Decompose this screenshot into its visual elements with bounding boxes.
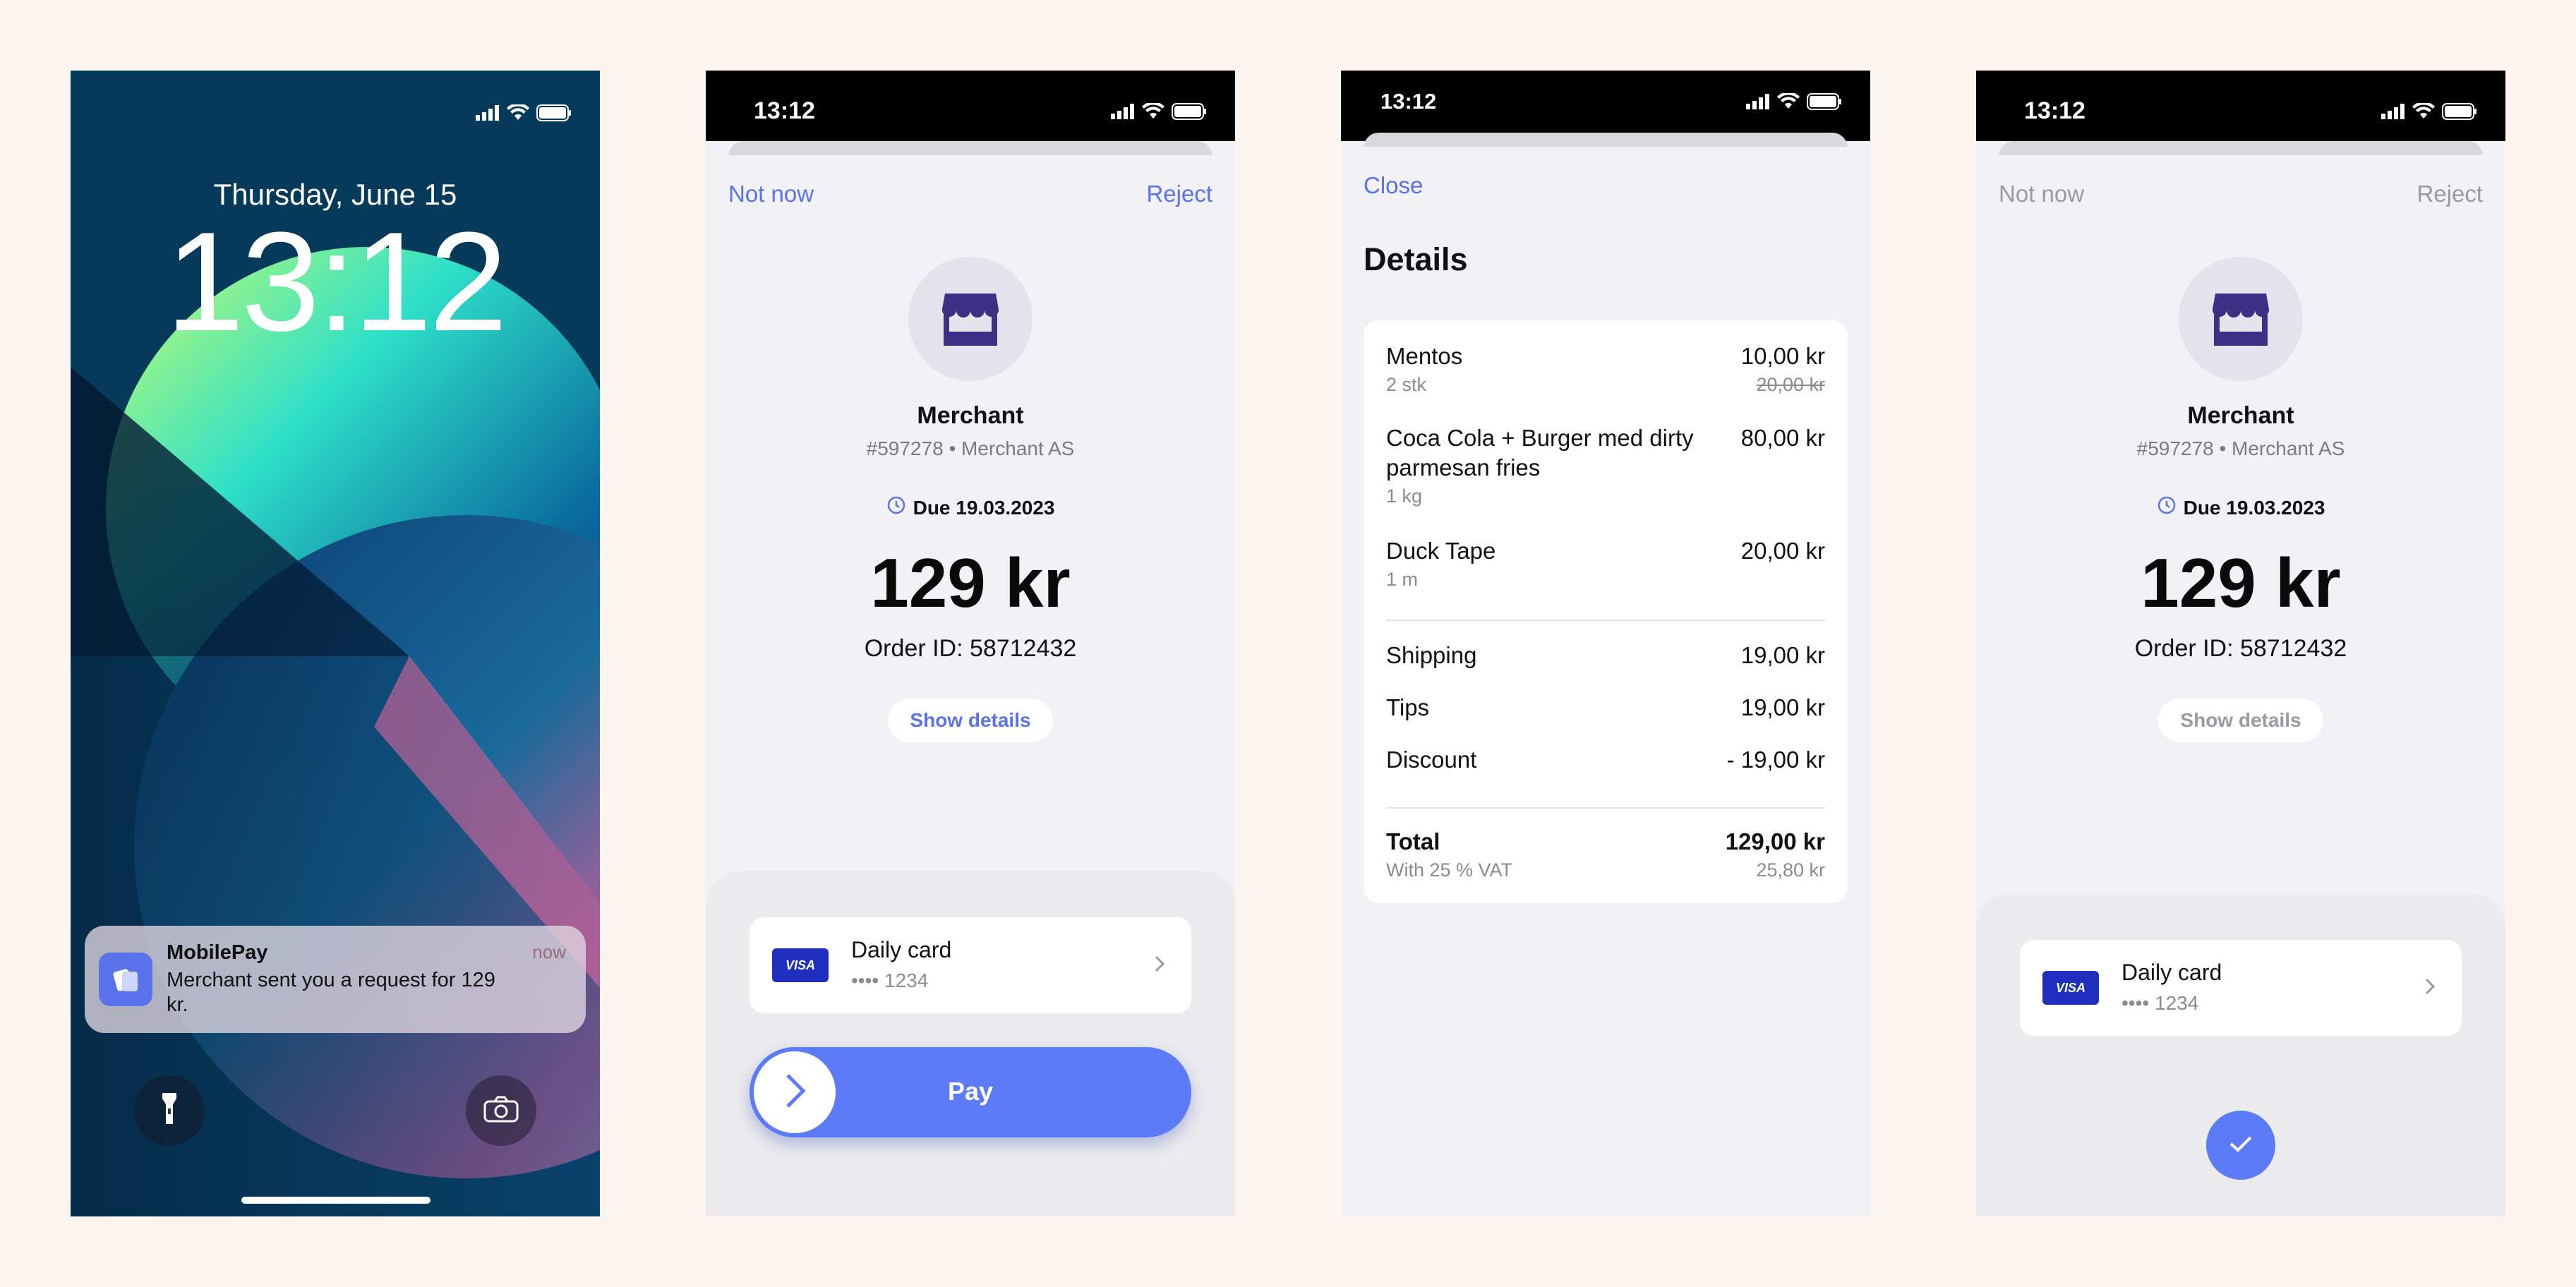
merchant-logo: [908, 257, 1033, 381]
amount: 129 kr: [870, 544, 1071, 622]
due-date: Due 19.03.2023: [1976, 495, 2505, 520]
item-quantity: 1 m: [1386, 569, 1419, 590]
payment-request-screen: 13:12 Not now Reject Merchant #597278 • …: [706, 71, 1235, 1216]
battery-icon: [2442, 103, 2477, 123]
order-id: Order ID: 58712432: [2134, 635, 2347, 662]
item-original-price: 20,00 kr: [1756, 374, 1825, 395]
fee-value: - 19,00 kr: [1726, 747, 1825, 773]
wifi-icon: [507, 103, 529, 125]
battery-icon: [1807, 93, 1842, 114]
vat-value: 25,80 kr: [1756, 859, 1825, 881]
divider: [1386, 620, 1825, 621]
store-icon: [2211, 289, 2270, 349]
status-bar: 13:12: [706, 71, 1235, 141]
signal-icon: [2381, 104, 2405, 123]
merchant-name: Merchant: [2187, 402, 2294, 429]
fee-value: 19,00 kr: [1740, 694, 1825, 720]
reject-button[interactable]: Reject: [1146, 181, 1212, 207]
payment-success-indicator: [2206, 1111, 2275, 1180]
status-bar: 13:12: [1976, 71, 2505, 141]
line-item: Coca Cola + Burger med dirty parmesan fr…: [1386, 423, 1825, 507]
close-button[interactable]: Close: [1364, 172, 1423, 199]
due-date-text: Due 19.03.2023: [913, 496, 1055, 519]
notification-app-name: MobilePay: [167, 941, 268, 964]
flashlight-button[interactable]: [134, 1075, 205, 1146]
wifi-icon: [1142, 102, 1164, 123]
lock-time: 13:12: [165, 203, 508, 361]
fee-value: 19,00 kr: [1740, 642, 1825, 668]
show-details-button[interactable]: Show details: [2158, 699, 2323, 742]
notification-time: now: [532, 941, 566, 962]
merchant-logo: [2179, 257, 2303, 381]
card-number: •••• 1234: [2121, 992, 2199, 1014]
flashlight-icon: [159, 1092, 180, 1130]
not-now-button[interactable]: Not now: [728, 181, 814, 207]
details-title: Details: [1364, 241, 1468, 277]
details-screen: 13:12 Close Details Mentos 2 stk 10,00 k…: [1341, 71, 1870, 1216]
fee-row: Tips 19,00 kr: [1386, 693, 1825, 723]
show-details-button[interactable]: Show details: [888, 699, 1053, 742]
wifi-icon: [1777, 92, 1800, 114]
merchant-id: #597278 • Merchant AS: [2136, 437, 2345, 459]
payment-card-selector[interactable]: VISA Daily card •••• 1234: [750, 917, 1191, 1013]
battery-icon: [1172, 103, 1207, 123]
visa-logo: VISA: [772, 948, 829, 982]
visa-logo: VISA: [2042, 971, 2099, 1005]
signal-icon: [476, 105, 500, 124]
line-item: Duck Tape 1 m 20,00 kr: [1386, 536, 1825, 591]
line-item: Mentos 2 stk 10,00 kr 20,00 kr: [1386, 342, 1825, 396]
chevron-right-icon: [1153, 950, 1167, 981]
amount: 129 kr: [2141, 544, 2341, 622]
item-quantity: 1 kg: [1386, 485, 1423, 507]
clock-icon: [886, 495, 906, 520]
due-date: Due 19.03.2023: [706, 495, 1235, 520]
details-card: Mentos 2 stk 10,00 kr 20,00 kr Coca Cola…: [1364, 320, 1848, 903]
fee-row: Discount - 19,00 kr: [1386, 745, 1825, 775]
wifi-icon: [2412, 102, 2435, 123]
not-now-button[interactable]: Not now: [1999, 181, 2084, 207]
status-icons: [476, 103, 572, 125]
status-time: 13:12: [2024, 97, 2086, 124]
status-time: 13:12: [1380, 89, 1437, 114]
card-name: Daily card: [2121, 960, 2222, 985]
divider: [1386, 807, 1825, 809]
card-name: Daily card: [851, 937, 952, 962]
merchant-id: #597278 • Merchant AS: [866, 437, 1075, 459]
fee-row: Shipping 19,00 kr: [1386, 641, 1825, 670]
camera-button[interactable]: [466, 1075, 536, 1146]
order-id: Order ID: 58712432: [864, 635, 1077, 662]
mobilepay-app-icon: [99, 953, 152, 1006]
status-bar: 13:12: [1341, 71, 1870, 141]
details-sheet: Close Details Mentos 2 stk 10,00 kr 20,0…: [1341, 147, 1870, 1216]
home-indicator[interactable]: [241, 1197, 431, 1204]
due-date-text: Due 19.03.2023: [2183, 496, 2325, 519]
pay-slider[interactable]: Pay: [750, 1047, 1191, 1137]
payment-card-selector[interactable]: VISA Daily card •••• 1234: [2020, 940, 2462, 1036]
chevron-right-icon: [2424, 972, 2438, 1004]
pay-label: Pay: [947, 1077, 994, 1106]
total-value: 129,00 kr: [1725, 828, 1825, 854]
item-price: 10,00 kr: [1740, 343, 1825, 369]
total-row: Total With 25 % VAT 129,00 kr 25,80 kr: [1386, 827, 1825, 881]
item-name: Coca Cola + Burger med dirty parmesan fr…: [1386, 425, 1694, 481]
item-price: 80,00 kr: [1740, 425, 1825, 451]
card-number: •••• 1234: [851, 969, 929, 991]
payment-confirmed-screen: 13:12 Not now Reject Merchant #597278 • …: [1976, 71, 2505, 1216]
merchant-name: Merchant: [917, 402, 1024, 429]
checkmark-icon: [2227, 1132, 2255, 1159]
battery-icon: [536, 104, 572, 125]
signal-icon: [1746, 94, 1770, 113]
notification-message: Merchant sent you a request for 129 kr.: [167, 969, 495, 1016]
store-icon: [941, 289, 1000, 349]
status-time: 13:12: [754, 97, 815, 124]
notification-card[interactable]: MobilePay now Merchant sent you a reques…: [85, 926, 586, 1033]
clock-icon: [2157, 495, 2177, 520]
item-price: 20,00 kr: [1740, 538, 1825, 564]
camera-icon: [483, 1096, 519, 1126]
reject-button[interactable]: Reject: [2416, 181, 2483, 207]
signal-icon: [1111, 104, 1135, 123]
lock-screen: Thursday, June 15 13:12 MobilePay now Me…: [71, 71, 600, 1216]
